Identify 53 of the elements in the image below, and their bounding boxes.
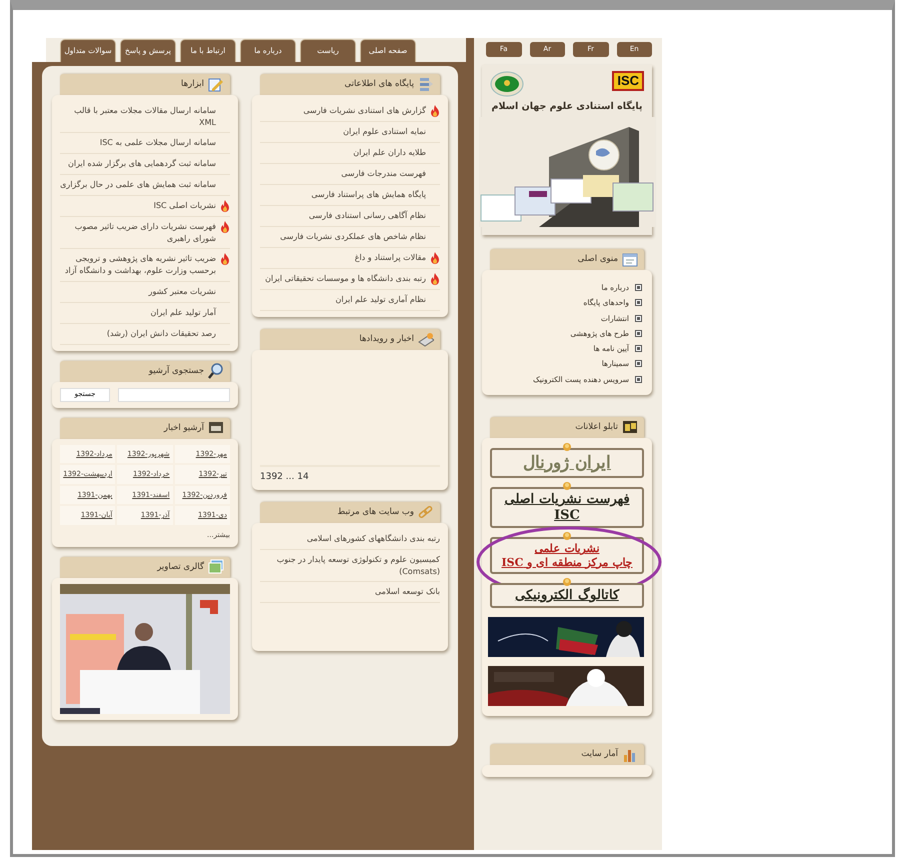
list-link[interactable]: فهرست نشریات دارای ضریب تاثیر مصوب شورای راهبری [60, 221, 216, 244]
panel-title: آمار سایت [581, 748, 618, 762]
list-link[interactable]: سامانه ثبت همایش های علمی در حال برگزاری [60, 179, 230, 191]
panel-title: تابلو اعلانات [575, 420, 618, 434]
list-link[interactable]: رصد تحقیقات دانش ایران (رشد) [106, 328, 230, 340]
list-link[interactable]: سامانه ارسال مجلات علمی به ISC [100, 137, 230, 149]
list-link[interactable]: طلایه داران علم ایران [353, 147, 440, 159]
list-link[interactable]: ضریب تاثیر نشریه های پژوهشی و ترویجی برحسب وزارت علوم، بهداشت و دانشگاه آزاد [60, 253, 216, 277]
list-link[interactable]: پایگاه همایش های پراستناد فارسی [311, 189, 440, 201]
database-icon [418, 76, 434, 92]
search-icon [208, 363, 224, 380]
site-link[interactable]: رتبه بندی دانشگاههای کشورهای اسلامی [306, 533, 440, 545]
panel-title: گالری تصاویر [157, 560, 204, 574]
list-link[interactable]: رتبه بندی دانشگاه ها و موسسات تحقیقاتی ایران [265, 273, 426, 285]
folder-icon [622, 419, 638, 436]
window-icon [622, 252, 638, 268]
panel-title: اخبار و رویدادها [359, 333, 414, 346]
list-link[interactable]: گزارش های استنادی نشریات فارسی [303, 105, 426, 117]
pictures-icon [208, 559, 224, 576]
news-date: 14 ... 1392 [260, 464, 440, 484]
list-link[interactable]: مقالات پراستناد و داغ [354, 252, 426, 264]
list-link[interactable]: سامانه ارسال مقالات مجلات معتبر با قالب XML [60, 105, 230, 128]
list-link[interactable]: سامانه ثبت گردهمایی های برگزار شده ایران [68, 158, 230, 170]
banner-link[interactable]: نشریات علمی چاپ مرکز منطقه ای و ISC [490, 537, 644, 574]
chain-icon [418, 504, 434, 520]
banner-link[interactable]: فهرست نشریات اصلی ISC [490, 487, 644, 528]
panel-title: جستجوی آرشیو [148, 364, 204, 378]
panel-title: پایگاه های اطلاعاتی [344, 78, 414, 91]
newspaper-icon [418, 332, 434, 348]
site-link[interactable]: کمیسیون علوم و تکنولوژی توسعه پایدار در جنوب (Comsats) [260, 554, 440, 578]
logo: ISC [612, 71, 644, 91]
panel-title: وب سایت های مرتبط [337, 506, 414, 519]
panel-title: منوی اصلی [578, 253, 618, 266]
emblem-icon [490, 71, 524, 97]
list-link[interactable]: نظام آگاهی رسانی استنادی فارسی [308, 210, 440, 222]
panel-title: آرشیو اخبار [164, 422, 204, 434]
pin-icon [562, 442, 572, 451]
list-link[interactable]: نشریات معتبر کشور [148, 286, 230, 298]
site-link[interactable]: بانک توسعه اسلامی [375, 586, 440, 598]
list-link[interactable]: فهرست مندرجات فارسی [341, 168, 440, 180]
panel-title: ابزارها [181, 78, 204, 91]
site-title: پایگاه استنادی علوم جهان اسلام [492, 100, 642, 114]
list-link[interactable]: نظام آماری تولید علم ایران [335, 294, 440, 306]
list-link[interactable]: نمایه استنادی علوم ایران [343, 126, 440, 138]
search-field[interactable] [118, 388, 230, 402]
list-link[interactable]: نشریات اصلی ISC [154, 200, 216, 212]
expand-icon [635, 376, 642, 383]
banner-link[interactable]: کاتالوگ الکترونیکی [490, 582, 644, 608]
list-link[interactable]: آمار تولید علم ایران [150, 306, 230, 318]
notepad-icon [208, 76, 224, 92]
list-link[interactable]: نظام شاخص های عملکردی نشریات فارسی [280, 231, 440, 243]
banner-link[interactable]: ایران ژورنال [490, 448, 644, 478]
pin-icon [562, 576, 572, 586]
